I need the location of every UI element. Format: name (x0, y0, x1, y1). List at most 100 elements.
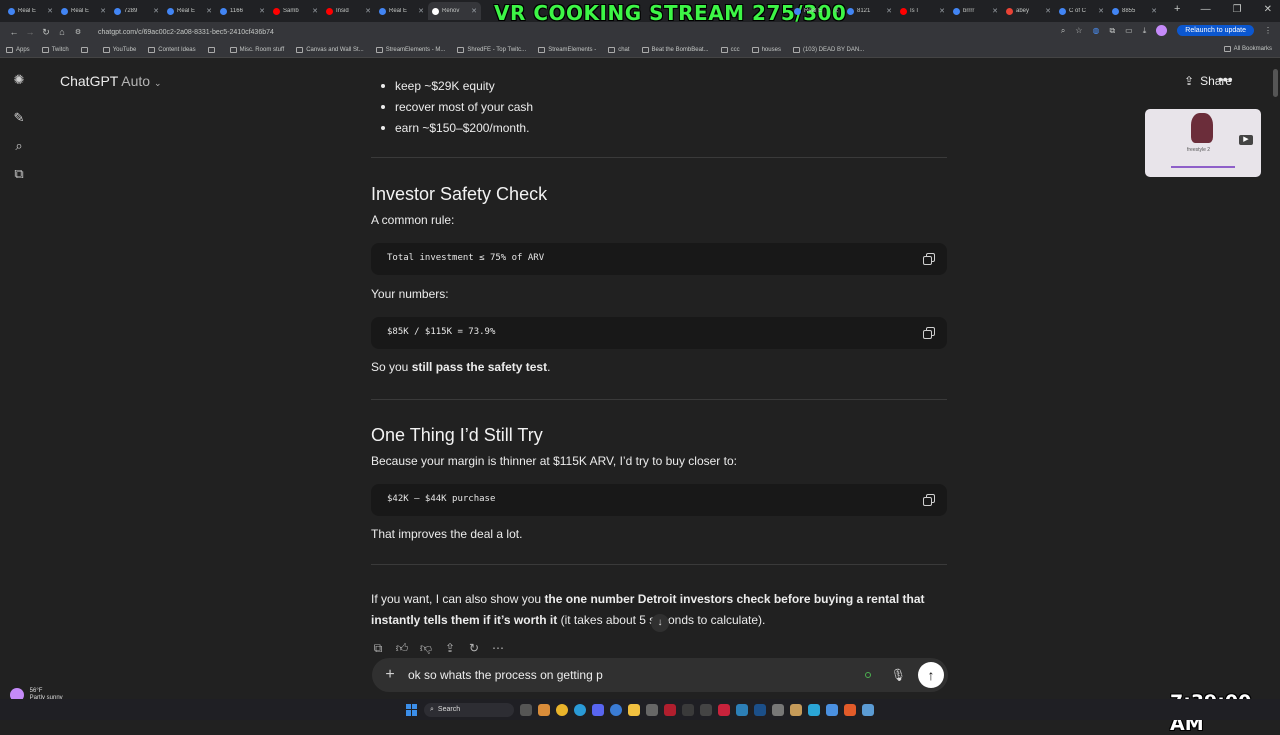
extensions-puzzle-icon[interactable]: ⧉ (1109, 26, 1115, 36)
browser-tab[interactable]: brrrr ✕ (949, 2, 1002, 20)
zoom-icon[interactable]: ⌕ (1061, 26, 1065, 36)
regenerate-icon[interactable]: ↻ (467, 639, 481, 657)
close-tab-icon[interactable]: ✕ (939, 7, 945, 15)
app-icon[interactable] (772, 703, 784, 716)
obs-icon[interactable] (718, 703, 730, 716)
model-selector[interactable]: ChatGPT Auto ⌄ (60, 73, 161, 89)
taskview-icon[interactable] (520, 703, 532, 716)
close-tab-icon[interactable]: ✕ (833, 7, 839, 15)
browser-tab[interactable]: Insid ✕ (322, 2, 375, 20)
close-tab-icon[interactable]: ✕ (471, 7, 477, 15)
bookmark-item[interactable]: ShredFE - Top Twitc... (457, 46, 526, 53)
thumbs-down-icon[interactable]: 👎︎ (419, 639, 433, 657)
search-chats-icon[interactable]: ⌕ (12, 138, 26, 153)
bookmark-item[interactable] (207, 46, 218, 53)
microphone-icon[interactable]: 🎙︎ (891, 668, 906, 682)
profile-avatar[interactable] (1156, 25, 1168, 36)
reload-icon[interactable]: ↻ (38, 27, 54, 38)
url-field[interactable]: chatgpt.com/c/69ac00c2-2a08-8331-bec5-24… (98, 29, 274, 36)
close-tab-icon[interactable]: ✕ (206, 7, 212, 15)
minimize-button[interactable]: — (1201, 4, 1211, 15)
xbox-icon[interactable] (700, 703, 712, 716)
browser-tab[interactable]: 7289 ✕ (110, 2, 163, 20)
browser-tab[interactable]: 8855 ✕ (1108, 2, 1161, 20)
edge-icon[interactable] (574, 703, 586, 716)
windows-start-icon[interactable] (406, 703, 418, 716)
browser-tab[interactable]: C of C ✕ (1055, 2, 1108, 20)
browser-tab[interactable]: Real E ✕ (163, 2, 216, 20)
scrollbar[interactable] (1273, 69, 1278, 97)
bookmark-star-icon[interactable]: ☆ (1075, 26, 1082, 35)
browser-tab[interactable]: Real E ✕ (57, 2, 110, 20)
discord-icon[interactable] (592, 703, 604, 716)
copy-code-icon[interactable] (923, 494, 935, 506)
close-tab-icon[interactable]: ✕ (312, 7, 318, 15)
browser-tab[interactable]: 1166 ✕ (216, 2, 269, 20)
close-tab-icon[interactable]: ✕ (47, 7, 53, 15)
app-icon[interactable] (844, 703, 856, 716)
bookmark-item[interactable]: Apps (6, 46, 30, 53)
new-chat-icon[interactable]: ✎ (12, 110, 26, 125)
app-icon[interactable] (682, 703, 694, 716)
bookmark-item[interactable]: (103) DEAD BY DAN... (792, 46, 864, 53)
bookmark-item[interactable]: Canvas and Wall St... (296, 46, 364, 53)
app-icon[interactable] (826, 703, 838, 716)
steam-icon[interactable] (754, 703, 766, 716)
back-icon[interactable]: ← (6, 27, 22, 37)
bookmark-item[interactable]: Misc. Room stuff (229, 46, 284, 53)
copy-code-icon[interactable] (923, 327, 935, 339)
all-bookmarks-button[interactable]: All Bookmarks (1223, 46, 1272, 52)
maximize-button[interactable]: ❐ (1233, 4, 1242, 15)
downloads-icon[interactable]: ⤓ (1143, 26, 1147, 36)
browser-tab[interactable]: Real E ✕ (790, 2, 843, 20)
relaunch-button[interactable]: Relaunch to update (1177, 25, 1254, 36)
scroll-to-bottom-button[interactable]: ↓ (651, 614, 669, 632)
browser-tab[interactable]: Real E ✕ (375, 2, 428, 20)
bookmark-item[interactable]: chat (608, 46, 630, 53)
bookmark-item[interactable]: Beat the BombBeat... (641, 46, 709, 53)
photos-icon[interactable] (538, 703, 550, 716)
video-thumbnail-overlay[interactable]: ▶ freestyle 2 (1145, 109, 1261, 177)
bookmark-item[interactable]: Twitch (41, 46, 69, 53)
close-tab-icon[interactable]: ✕ (418, 7, 424, 15)
taskbar-search[interactable]: ⌕ Search (424, 702, 514, 717)
app-icon[interactable] (736, 703, 748, 716)
app-icon[interactable] (862, 703, 874, 716)
home-icon[interactable]: ⌂ (54, 27, 70, 37)
site-info-icon[interactable]: ⚙ (70, 28, 86, 36)
close-window-button[interactable]: ✕ (1264, 4, 1272, 15)
browser-menu-icon[interactable]: ⋮ (1264, 26, 1272, 35)
split-view-icon[interactable]: ▭ (1125, 26, 1133, 35)
conversation-options-button[interactable]: ••• (1218, 71, 1233, 87)
app-icon[interactable] (646, 703, 658, 716)
browser-icon[interactable] (610, 703, 622, 716)
new-tab-button[interactable]: + (1174, 3, 1180, 15)
file-explorer-icon[interactable] (628, 703, 640, 716)
chrome-icon[interactable] (556, 703, 568, 716)
bookmark-item[interactable]: StreamElements - (538, 46, 596, 53)
prompt-input[interactable]: ok so whats the process on getting p (408, 668, 865, 682)
browser-tab[interactable]: Real E ✕ (4, 2, 57, 20)
bookmark-item[interactable] (80, 46, 91, 53)
close-tab-icon[interactable]: ✕ (100, 7, 106, 15)
app-icon[interactable] (808, 703, 820, 716)
copy-code-icon[interactable] (923, 253, 935, 265)
close-tab-icon[interactable]: ✕ (886, 7, 892, 15)
app-icon[interactable] (790, 703, 802, 716)
browser-tab[interactable]: abey ✕ (1002, 2, 1055, 20)
browser-tab[interactable]: 8121 ✕ (843, 2, 896, 20)
close-tab-icon[interactable]: ✕ (365, 7, 371, 15)
forward-icon[interactable]: → (22, 27, 38, 37)
browser-tab[interactable]: Samb ✕ (269, 2, 322, 20)
close-tab-icon[interactable]: ✕ (1151, 7, 1157, 15)
copy-icon[interactable]: ⧉ (371, 639, 385, 657)
thumbs-up-icon[interactable]: 👍︎ (395, 639, 409, 657)
bookmark-item[interactable]: StreamElements - M... (375, 46, 445, 53)
extension-icon[interactable]: ◍ (1092, 26, 1099, 35)
bookmark-item[interactable]: ccc (720, 46, 740, 53)
close-tab-icon[interactable]: ✕ (153, 7, 159, 15)
bookmark-item[interactable]: houses (751, 46, 781, 53)
bookmark-item[interactable]: Content Ideas (148, 46, 196, 53)
browser-tab[interactable]: Renov ✕ (428, 2, 481, 20)
close-tab-icon[interactable]: ✕ (1098, 7, 1104, 15)
